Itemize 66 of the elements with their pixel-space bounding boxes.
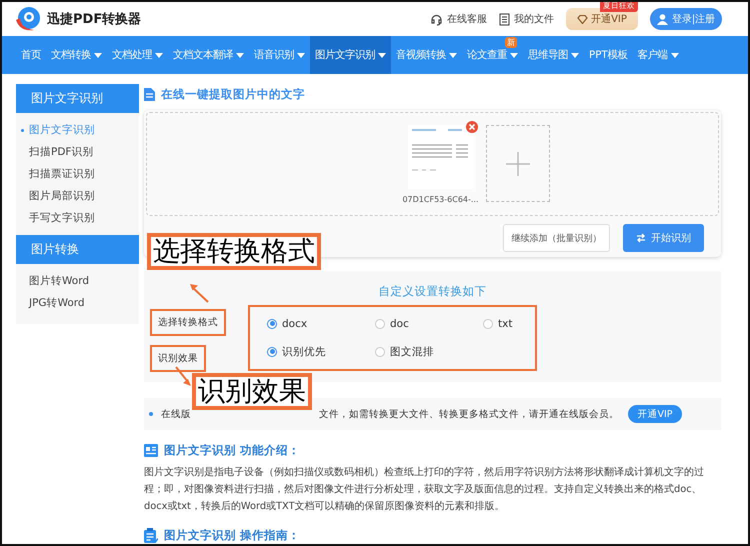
login-button[interactable]: 登录|注册 [650,8,722,30]
clipboard-icon [144,528,158,542]
sidebar-item[interactable]: 图片文字识别 [16,119,101,141]
notice-text: 文件，如需转换更大文件、转换更多格式文件，请开通在线版会员。 [319,408,619,420]
settings-title: 自定义设置转换如下 [378,284,486,299]
radio-button[interactable] [375,346,385,356]
radio-option[interactable]: docx [267,318,375,330]
drop-zone[interactable]: 07D1CF53-6C64-... [146,112,719,216]
swap-icon [636,233,646,243]
sidebar-item[interactable]: 手写文字识别 [16,207,101,229]
sidebar-heading: 图片转换 [16,235,139,264]
nav-tab[interactable]: 思维导图 [523,36,584,74]
new-badge: 新 [505,37,517,48]
remove-icon[interactable] [466,121,478,133]
user-icon [656,14,668,24]
logo-text: 迅捷PDF转换器 [47,11,142,28]
plus-icon [506,152,530,176]
vip-button[interactable]: 开通VIP [628,405,682,423]
start-button[interactable]: 开始识别 [623,224,704,252]
radio-option[interactable]: 识别优先 [267,344,375,358]
annotation-callout: 识别效果 [192,373,312,410]
sidebar-heading: 图片文字识别 [16,84,139,113]
section-paragraph: 图片文字识别是指电子设备（例如扫描仪或数码相机）检查纸上打印的字符，然后用字符识别方法将形状翻译成计算机文字的过程；即，对图像资料进行扫描，然后对图像文件进行分析处理，获取文字及版面信息的过程。支持自定义转换出来的格式doc、docx或txt，转换后的Word或TXT文档可以精确的保留原图像资料的元素和排版。 [144,466,705,514]
nav-tab[interactable]: 图片文字识别 [310,36,391,74]
add-file-tile[interactable] [486,125,550,202]
nav-tab[interactable]: 文档文本翻译 [168,36,249,74]
radio-button[interactable] [375,318,385,328]
radio-option[interactable]: txt [483,318,553,330]
nav-tab[interactable]: PPT模板 [584,36,633,74]
radio-option[interactable]: 图文混排 [375,344,483,358]
notice-text: 在线版 [161,408,191,420]
nav-tab[interactable]: 首页 [16,36,46,74]
sidebar-item[interactable]: 扫描票证识别 [16,163,101,185]
setting-label: 选择转换格式 [150,309,226,336]
sidebar-item[interactable]: 图片转Word [16,270,95,292]
headset-icon [430,12,443,26]
nav-tab[interactable]: 语音识别 [249,36,310,74]
diamond-icon [577,14,588,24]
logo-icon [14,6,42,32]
nav-tab[interactable]: 文档处理 [107,36,168,74]
add-more-button[interactable]: 继续添加（批量识别） [503,224,610,252]
radio-button[interactable] [483,318,493,328]
page-title: 在线一键提取图片中的文字 [161,86,305,102]
section-heading: 图片文字识别 功能介绍： [164,442,300,458]
setting-label: 识别效果 [150,345,206,372]
section-heading: 图片文字识别 操作指南： [164,528,300,542]
vip-button[interactable]: 开通VIP [566,8,638,30]
header-link[interactable]: 在线客服 [430,12,487,26]
document-icon [144,88,155,100]
sidebar-item[interactable]: 扫描PDF识别 [16,141,100,163]
nav-tab[interactable]: 音视频转换 [391,36,462,74]
radio-button[interactable] [267,346,277,356]
nav-tab[interactable]: 客户端 [632,36,684,74]
file-name: 07D1CF53-6C64-... [402,195,479,204]
document-icon [499,12,510,26]
annotation-arrow [175,366,191,386]
sidebar-item[interactable]: 图片局部识别 [16,185,101,207]
sidebar-item[interactable]: JPG转Word [16,292,91,314]
nav-tab[interactable]: 文档转换 [46,36,107,74]
radio-option[interactable]: doc [375,318,483,330]
radio-button[interactable] [267,318,277,328]
annotation-arrow [190,284,209,303]
id-card-icon [144,444,158,456]
header-link[interactable]: 我的文件 [499,12,554,26]
annotation-callout: 选择转换格式 [147,233,321,270]
nav-tab[interactable]: 论文查重 新 [462,36,523,74]
